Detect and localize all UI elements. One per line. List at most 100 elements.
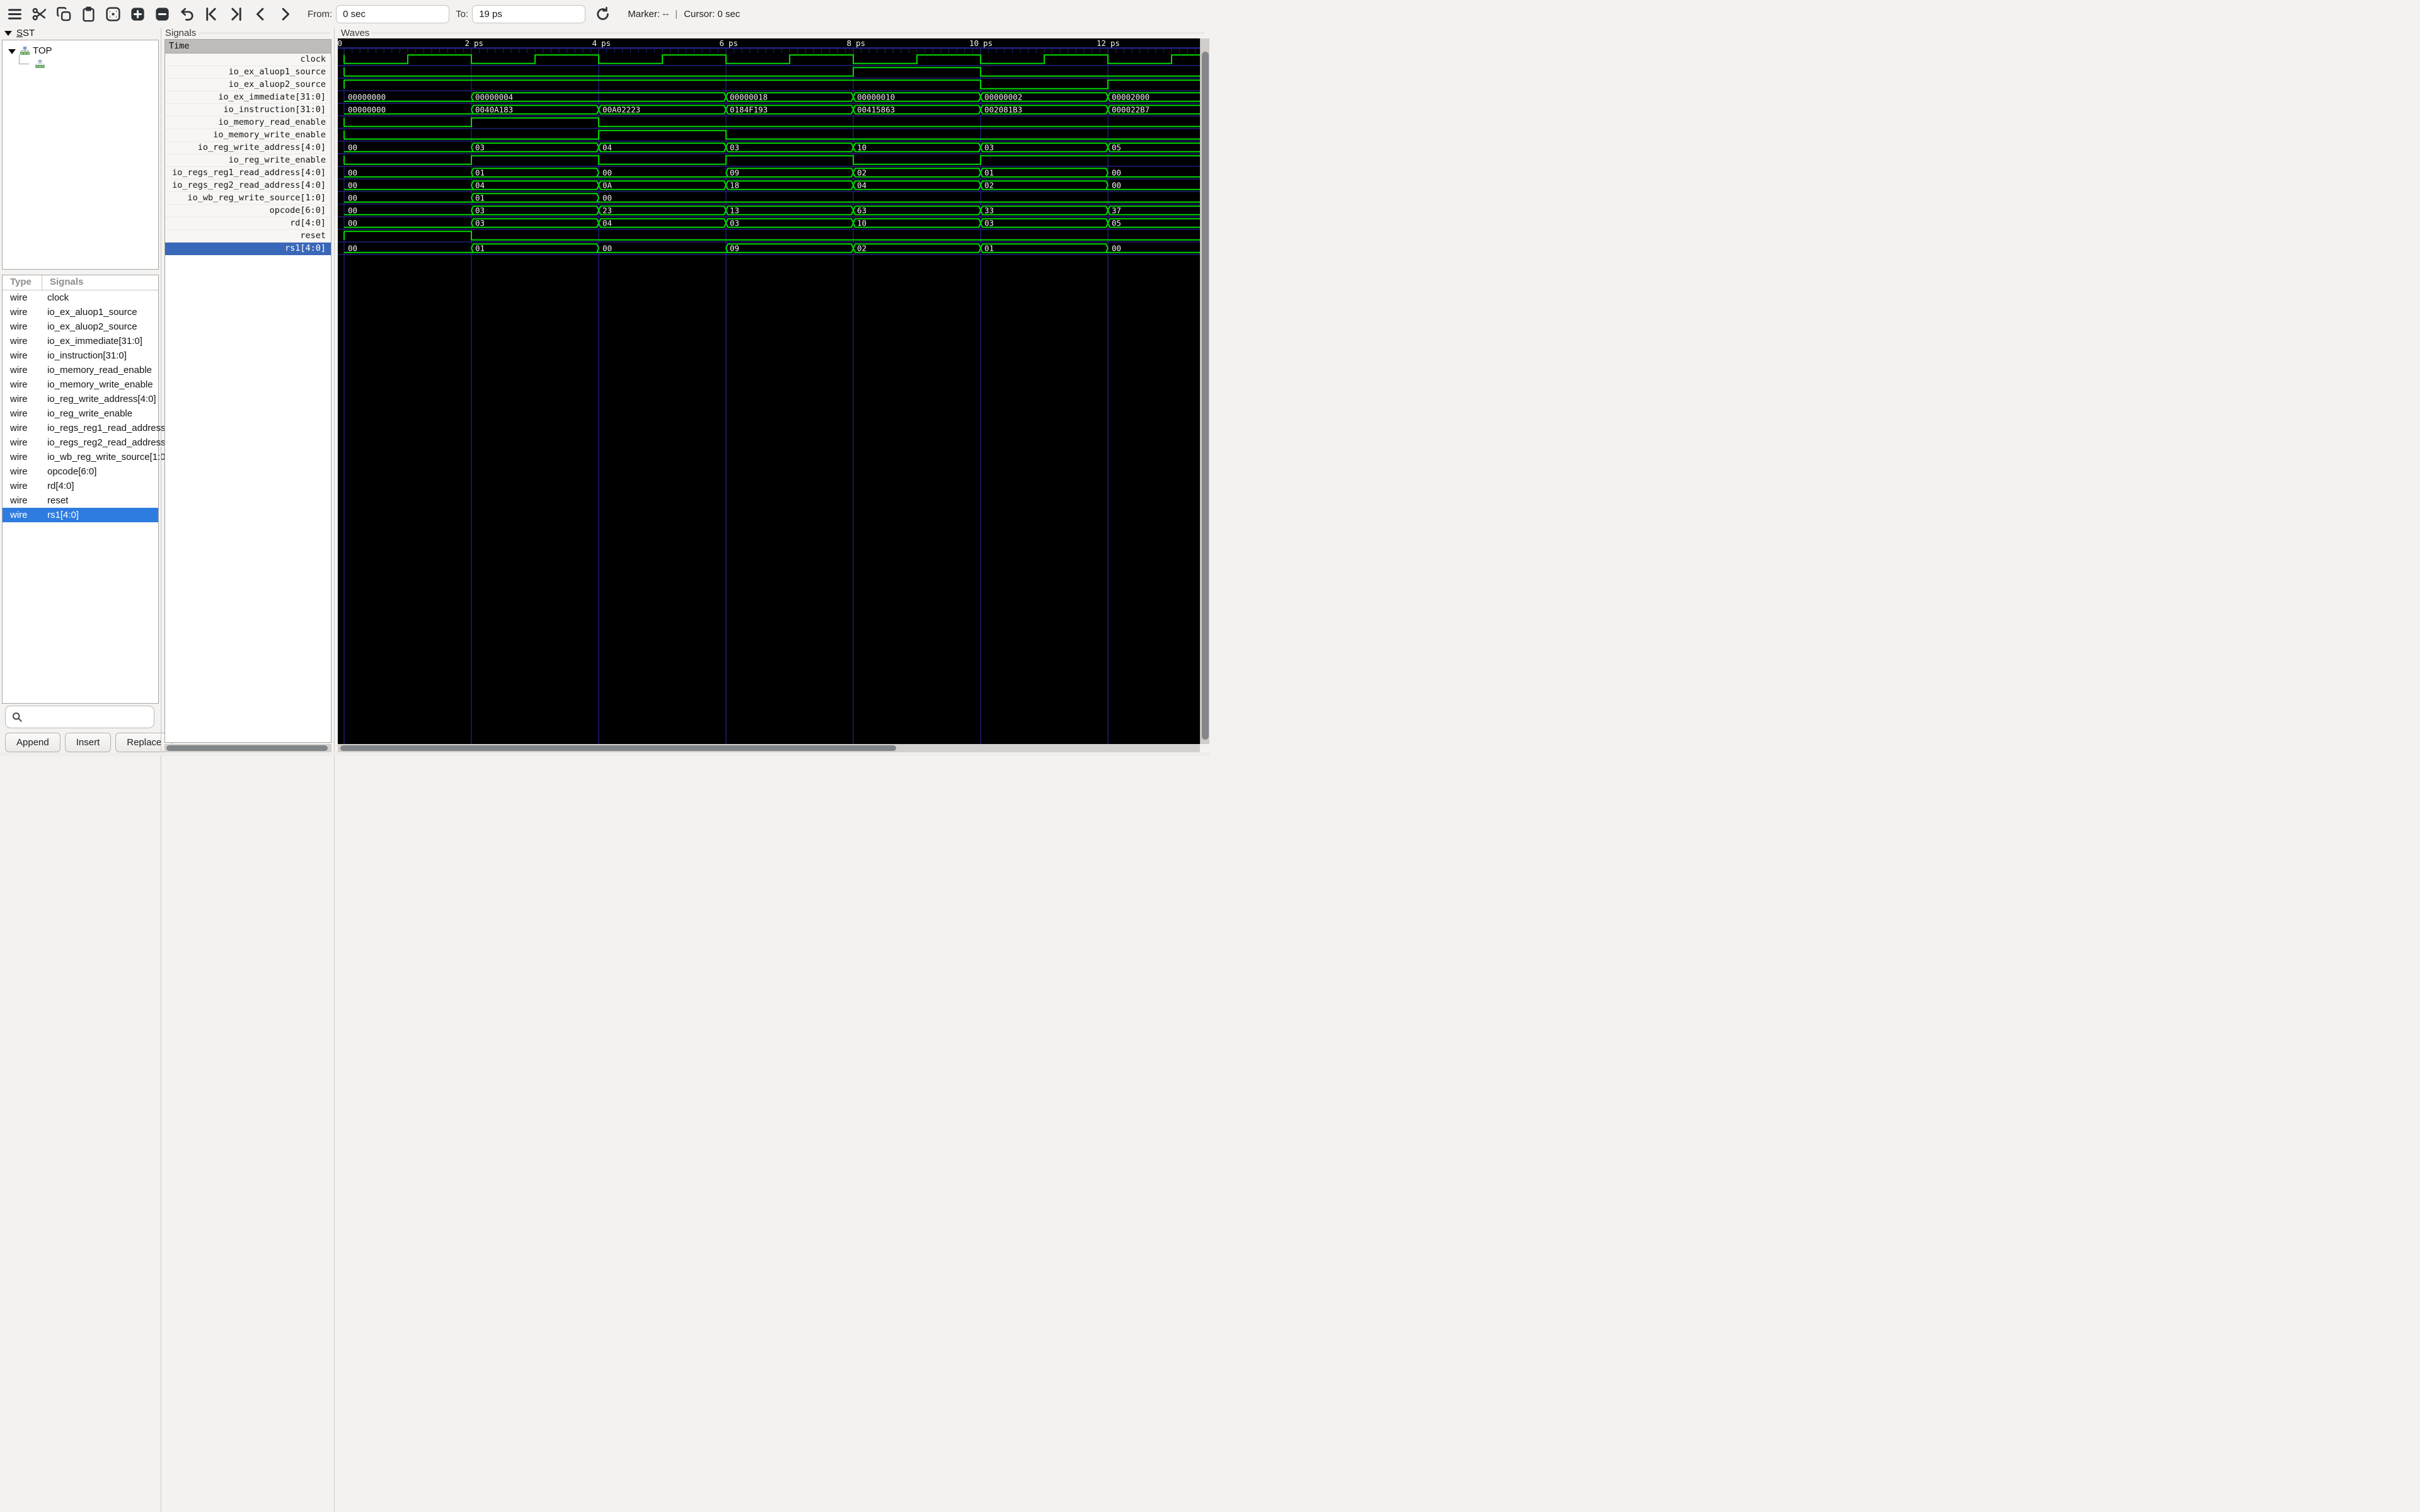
svg-text:63: 63 bbox=[857, 206, 867, 215]
signal-table-row[interactable]: wirereset bbox=[3, 493, 158, 508]
svg-text:37: 37 bbox=[1112, 206, 1121, 215]
signal-name: rs1[4:0] bbox=[42, 510, 79, 520]
signal-table-row[interactable]: wireio_reg_write_address[4:0] bbox=[3, 392, 158, 406]
svg-text:ps: ps bbox=[1110, 38, 1120, 48]
signal-table-row[interactable]: wireio_regs_reg1_read_address[4:0] bbox=[3, 421, 158, 435]
sst-label: SST bbox=[16, 28, 35, 38]
svg-text:ps: ps bbox=[474, 38, 483, 48]
signal-name: io_memory_read_enable bbox=[42, 365, 152, 375]
signal-table-row[interactable]: wireio_ex_aluop1_source bbox=[3, 305, 158, 319]
svg-text:23: 23 bbox=[602, 206, 612, 215]
wave-signal-name-row[interactable]: io_regs_reg2_read_address[4:0] bbox=[165, 180, 331, 192]
signal-type: wire bbox=[3, 394, 42, 404]
svg-text:4: 4 bbox=[592, 38, 597, 48]
wave-signal-name-row[interactable]: io_memory_write_enable bbox=[165, 129, 331, 142]
svg-text:2: 2 bbox=[464, 38, 470, 48]
signal-name: io_instruction[31:0] bbox=[42, 350, 127, 361]
signal-table-row[interactable]: wireio_reg_write_enable bbox=[3, 406, 158, 421]
wave-signal-name-row[interactable]: io_instruction[31:0] bbox=[165, 104, 331, 117]
scrollbar-thumb[interactable] bbox=[166, 745, 328, 751]
step-back-icon[interactable] bbox=[252, 6, 269, 23]
menu-icon[interactable] bbox=[6, 6, 23, 23]
signal-table-row[interactable]: wireopcode[6:0] bbox=[3, 464, 158, 479]
insert-button[interactable]: Insert bbox=[65, 733, 112, 752]
signal-name: io_ex_aluop2_source bbox=[42, 321, 137, 332]
svg-text:02: 02 bbox=[857, 168, 867, 178]
wave-signal-name-row[interactable]: io_ex_aluop1_source bbox=[165, 66, 331, 79]
svg-text:01: 01 bbox=[984, 244, 994, 253]
wave-signal-name-row[interactable]: opcode[6:0] bbox=[165, 205, 331, 217]
go-to-end-icon[interactable] bbox=[228, 6, 245, 23]
svg-text:03: 03 bbox=[730, 219, 739, 228]
svg-text:01: 01 bbox=[475, 193, 485, 203]
wave-signal-name-row[interactable]: io_wb_reg_write_source[1:0] bbox=[165, 192, 331, 205]
expander-icon[interactable] bbox=[8, 47, 16, 55]
wave-signal-name-row[interactable]: io_reg_write_enable bbox=[165, 154, 331, 167]
signals-hscrollbar[interactable] bbox=[164, 744, 331, 752]
waves-vscrollbar[interactable] bbox=[1200, 38, 1209, 744]
append-button[interactable]: Append bbox=[5, 733, 60, 752]
sst-tree: TOP InstructionDecode bbox=[2, 40, 159, 270]
signal-table-row[interactable]: wireio_regs_reg2_read_address[4:0] bbox=[3, 435, 158, 450]
from-input[interactable] bbox=[336, 5, 449, 23]
paste-icon[interactable] bbox=[80, 6, 97, 23]
to-input[interactable] bbox=[472, 5, 585, 23]
svg-text:0: 0 bbox=[338, 38, 342, 48]
wave-signal-name-row[interactable]: io_reg_write_address[4:0] bbox=[165, 142, 331, 154]
signal-table-row[interactable]: wirerd[4:0] bbox=[3, 479, 158, 493]
sst-header[interactable]: SST bbox=[4, 28, 35, 38]
panel-divider[interactable] bbox=[334, 28, 335, 1512]
signal-table-row[interactable]: wireio_ex_immediate[31:0] bbox=[3, 334, 158, 348]
cut-icon[interactable] bbox=[31, 6, 48, 23]
go-to-start-icon[interactable] bbox=[203, 6, 220, 23]
copy-icon[interactable] bbox=[55, 6, 72, 23]
type-column-header: Type bbox=[3, 275, 42, 290]
signal-name: io_regs_reg1_read_address[4:0] bbox=[42, 423, 184, 433]
module-icon bbox=[35, 60, 45, 68]
scrollbar-thumb[interactable] bbox=[340, 745, 896, 751]
svg-text:00: 00 bbox=[348, 168, 357, 178]
reload-icon[interactable] bbox=[594, 6, 611, 23]
wave-signal-name-row[interactable]: rd[4:0] bbox=[165, 217, 331, 230]
svg-text:13: 13 bbox=[730, 206, 739, 215]
time-header[interactable]: Time bbox=[165, 40, 331, 54]
signal-table-row[interactable]: wireio_instruction[31:0] bbox=[3, 348, 158, 363]
tree-node-instructiondecode[interactable]: InstructionDecode bbox=[3, 57, 158, 71]
signal-type: wire bbox=[3, 336, 42, 346]
signal-table-row[interactable]: wireio_wb_reg_write_source[1:0] bbox=[3, 450, 158, 464]
svg-text:04: 04 bbox=[602, 219, 612, 228]
signal-type: wire bbox=[3, 452, 42, 462]
signal-type: wire bbox=[3, 307, 42, 318]
toolbar: From: To: Marker: -- | Cursor: 0 sec bbox=[0, 0, 1210, 28]
wave-signal-name-row[interactable]: reset bbox=[165, 230, 331, 243]
undo-icon[interactable] bbox=[178, 6, 195, 23]
signal-table-row[interactable]: wireio_ex_aluop2_source bbox=[3, 319, 158, 334]
svg-text:00A02223: 00A02223 bbox=[602, 105, 640, 115]
svg-text:0184F193: 0184F193 bbox=[730, 105, 768, 115]
wave-signal-name-row[interactable]: io_ex_immediate[31:0] bbox=[165, 91, 331, 104]
svg-text:00000002: 00000002 bbox=[984, 93, 1022, 102]
signal-table-row[interactable]: wireio_memory_write_enable bbox=[3, 377, 158, 392]
waves-hscrollbar[interactable] bbox=[338, 744, 1200, 752]
wave-signal-name-row[interactable]: io_regs_reg1_read_address[4:0] bbox=[165, 167, 331, 180]
signal-table-row[interactable]: wireio_memory_read_enable bbox=[3, 363, 158, 377]
search-input[interactable] bbox=[27, 712, 154, 723]
svg-text:00: 00 bbox=[348, 143, 357, 152]
zoom-out-icon[interactable] bbox=[154, 6, 171, 23]
waveform-canvas[interactable]: 02ps4ps6ps8ps10ps12ps0000000000000004000… bbox=[338, 38, 1200, 744]
wave-signal-name-row[interactable]: clock bbox=[165, 54, 331, 66]
wave-signal-name-row[interactable]: rs1[4:0] bbox=[165, 243, 331, 255]
wave-signal-name-row[interactable]: io_ex_aluop2_source bbox=[165, 79, 331, 91]
signal-table-row[interactable]: wireclock bbox=[3, 290, 158, 305]
collapse-triangle-icon[interactable] bbox=[4, 29, 13, 37]
svg-text:6: 6 bbox=[719, 38, 724, 48]
signal-table-row[interactable]: wirers1[4:0] bbox=[3, 508, 158, 522]
wave-signal-name-row[interactable]: io_memory_read_enable bbox=[165, 117, 331, 129]
zoom-fit-icon[interactable] bbox=[105, 6, 122, 23]
zoom-in-icon[interactable] bbox=[129, 6, 146, 23]
signal-name: io_memory_write_enable bbox=[42, 379, 153, 390]
step-forward-icon[interactable] bbox=[277, 6, 294, 23]
scrollbar-thumb[interactable] bbox=[1202, 52, 1209, 740]
svg-text:12: 12 bbox=[1097, 38, 1106, 48]
svg-text:00415863: 00415863 bbox=[857, 105, 895, 115]
